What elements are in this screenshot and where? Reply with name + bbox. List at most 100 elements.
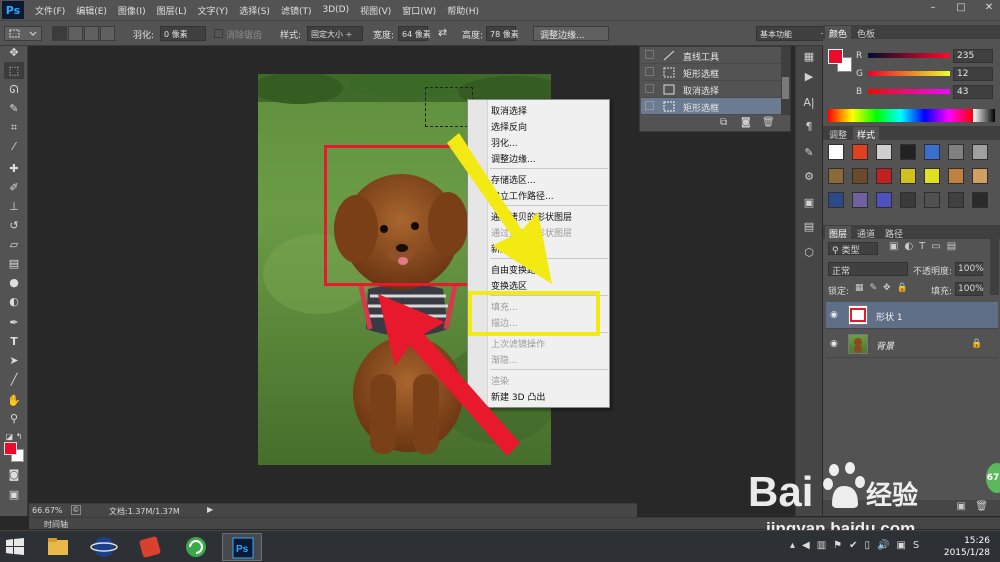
fill-input[interactable]: 100% [955,282,984,296]
zoom-level[interactable]: 66.67% [32,506,63,515]
grayscale-ramp[interactable] [973,109,995,122]
style-preset-swatch[interactable] [876,168,892,184]
red-arrow [378,294,520,456]
style-preset-swatch[interactable] [828,168,844,184]
g-slider[interactable] [868,71,950,76]
timeline-tab[interactable]: 时间轴 [44,519,68,530]
layer-thumbnail [848,305,868,325]
style-preset-swatch[interactable] [924,168,940,184]
style-preset-swatch[interactable] [948,144,964,160]
tab-adjustments[interactable]: 调整 [825,127,851,142]
foreground-color-swatch[interactable] [4,442,17,455]
refresh-app-icon[interactable] [176,533,216,561]
new-doc-from-state-icon[interactable]: ⧉ [720,117,727,128]
history-checkbox[interactable] [645,84,654,93]
style-preset-swatch[interactable] [900,144,916,160]
style-preset-swatch[interactable] [852,168,868,184]
baidu-logo: Bai 经验 jingyan.baidu.com [748,462,918,538]
tab-paths[interactable]: 路径 [881,226,907,241]
style-preset-swatch[interactable] [828,192,844,208]
history-item[interactable]: 矩形选框 [641,64,781,81]
r-slider[interactable] [868,53,950,58]
style-preset-swatch[interactable] [828,144,844,160]
layer-name: 形状 1 [876,313,903,323]
tab-color[interactable]: 颜色 [825,26,852,41]
history-item[interactable]: 直线工具 [641,47,781,64]
history-item-selected[interactable]: 矩形选框 [641,98,781,115]
panel-dock: ▦ ▶ A| ¶ ✎ ⚙ ▣ ▤ ⬡ [795,46,822,516]
camera-icon[interactable]: ◙ [741,117,751,128]
style-preset-swatch[interactable] [900,192,916,208]
baidu-jingyan-text: 经验 [866,480,918,511]
file-explorer-icon[interactable] [38,533,78,561]
r-label: R [856,51,863,61]
style-preset-swatch[interactable] [852,192,868,208]
right-panels: 颜色 色板 R 235 G 12 B 43 调整 样式 图层 通道 路径 ⚲ 类… [823,25,1000,516]
opacity-input[interactable]: 100% [955,262,984,276]
3d-icon[interactable]: ⬡ [801,246,817,260]
app-icon-red[interactable] [130,533,170,561]
svg-text:Ps: Ps [236,544,249,555]
layer-filter-select[interactable]: ⚲ 类型 [828,242,878,256]
style-preset-swatch[interactable] [924,144,940,160]
b-value-input[interactable]: 43 [953,85,993,99]
paw-icon [823,462,865,508]
style-preset-swatch[interactable] [972,168,988,184]
style-preset-swatch[interactable] [924,192,940,208]
style-preset-swatch[interactable] [948,192,964,208]
tab-styles[interactable]: 样式 [853,127,880,142]
style-preset-swatch[interactable] [972,192,988,208]
layer-row[interactable]: ◉ 形状 1 [826,302,998,329]
eye-icon[interactable]: ◉ [830,339,838,349]
scrollbar-thumb[interactable] [782,77,789,99]
actions-icon[interactable]: ▶ [801,70,817,84]
layers-scrollbar[interactable] [990,235,999,295]
style-preset-swatch[interactable] [972,144,988,160]
blend-mode-select[interactable]: 正常 [828,262,908,277]
lock-icons[interactable]: ▦✎✥🔒 [855,283,914,293]
style-preset-swatch[interactable] [948,168,964,184]
style-preset-swatch[interactable] [900,168,916,184]
history-checkbox[interactable] [645,67,654,76]
shape-thumbnail-icon [850,308,866,322]
layer-filter-icons[interactable]: ▣◐T▭▤ [889,241,962,252]
character-icon[interactable]: A| [801,96,817,110]
history-item[interactable]: 取消选择 [641,81,781,98]
windows-start-icon[interactable] [6,538,24,559]
style-preset-swatch[interactable] [876,144,892,160]
paragraph-icon[interactable]: ¶ [801,120,817,134]
color-spectrum[interactable] [828,109,973,122]
brush-presets-icon[interactable]: ✎ [801,146,817,160]
layer-row[interactable]: ◉ 背景 🔒 [826,331,998,358]
opacity-label: 不透明度: [913,267,953,277]
system-clock[interactable]: 15:26 2015/1/28 [944,535,990,559]
b-slider[interactable] [868,89,950,94]
system-tray-icons[interactable]: ▴◀▥⚑✔▯🔊▣S [790,540,926,551]
photoshop-taskbar-icon[interactable]: Ps [222,533,262,561]
style-preset-swatch[interactable] [852,144,868,160]
status-menu-arrow-icon[interactable]: ▶ [207,505,213,514]
foreground-color-chip[interactable] [828,49,843,64]
trash-icon[interactable]: 🗑 [762,117,775,128]
tab-swatches[interactable]: 色板 [853,26,879,41]
style-preset-swatch[interactable] [876,192,892,208]
layers-tabstrip: 图层 通道 路径 [823,225,1000,241]
tab-channels[interactable]: 通道 [853,226,879,241]
eye-icon[interactable]: ◉ [830,310,838,320]
adjustments-icon[interactable]: ⚙ [801,170,817,184]
marquee-icon [663,67,675,78]
g-value-input[interactable]: 12 [953,67,993,81]
status-icon[interactable]: © [71,505,81,515]
history-panel-icon[interactable]: ▦ [801,50,817,64]
r-value-input[interactable]: 235 [953,49,993,63]
color-tabstrip: 颜色 色板 [823,25,1000,41]
history-checkbox[interactable] [645,50,654,59]
layer-comps-icon[interactable]: ▣ [801,196,817,210]
notes-icon[interactable]: ▤ [801,220,817,234]
browser-globe-icon[interactable] [84,533,124,561]
history-item-label: 取消选择 [683,87,720,97]
history-scrollbar[interactable] [781,47,790,115]
history-item-label: 矩形选框 [683,70,720,80]
tab-layers[interactable]: 图层 [825,226,852,241]
history-checkbox[interactable] [645,101,654,110]
